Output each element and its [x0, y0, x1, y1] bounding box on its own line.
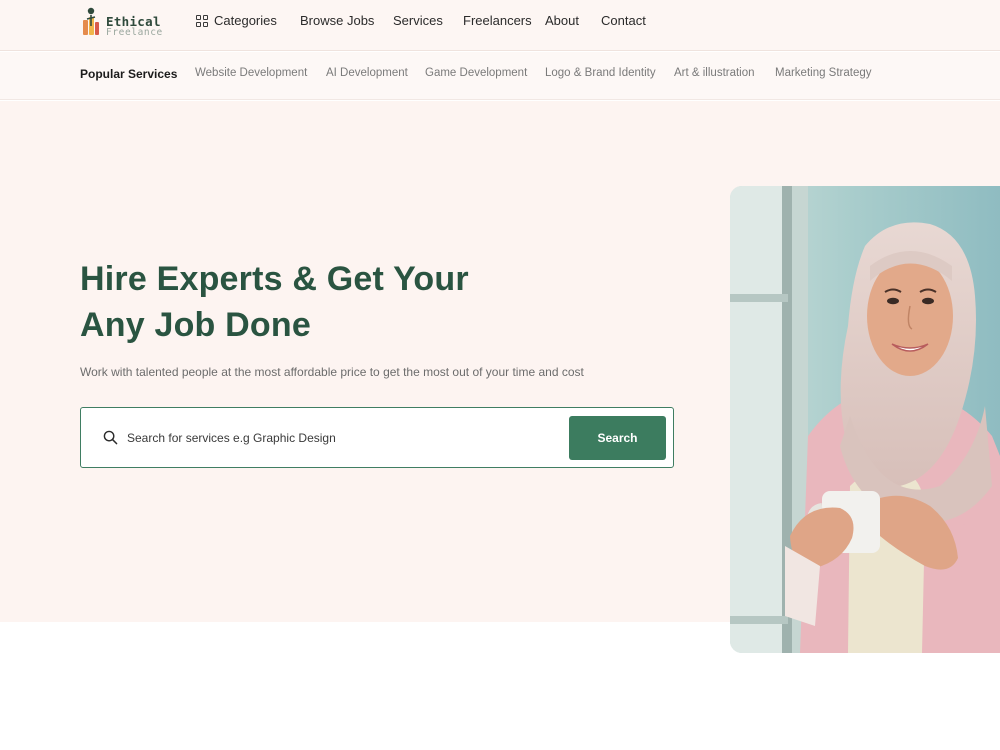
hero-title-line-1: Hire Experts & Get Your: [80, 260, 469, 298]
woman-with-mug-illustration: [730, 186, 1000, 653]
nav-browse-jobs[interactable]: Browse Jobs: [300, 13, 374, 28]
grid-icon: [196, 14, 208, 27]
nav-contact[interactable]: Contact: [601, 13, 646, 28]
logo-icon: [83, 7, 99, 35]
nav-freelancers[interactable]: Freelancers: [463, 13, 532, 28]
hero-title: Hire Experts & Get Your Any Job Done: [80, 256, 469, 348]
hero-subtitle: Work with talented people at the most af…: [80, 365, 584, 379]
popular-services-bar: Popular Services Website Development AI …: [0, 52, 1000, 100]
hero-photo: [730, 186, 1000, 653]
nav-categories[interactable]: Categories: [196, 13, 277, 28]
nav-categories-label: Categories: [214, 13, 277, 28]
service-link-art-illustration[interactable]: Art & illustration: [674, 67, 755, 79]
logo[interactable]: Ethical Freelance: [80, 6, 162, 38]
service-link-ai-development[interactable]: AI Development: [326, 67, 408, 79]
search-button[interactable]: Search: [569, 416, 666, 460]
search-icon: [103, 430, 118, 445]
brand-tagline: Freelance: [106, 27, 163, 38]
hero-title-line-2: Any Job Done: [80, 306, 311, 344]
popular-services-heading: Popular Services: [80, 67, 178, 81]
nav-services[interactable]: Services: [393, 13, 443, 28]
top-navbar: Ethical Freelance Categories Browse Jobs…: [0, 0, 1000, 51]
service-link-game-development[interactable]: Game Development: [425, 67, 527, 79]
service-link-marketing-strategy[interactable]: Marketing Strategy: [775, 67, 872, 79]
nav-about[interactable]: About: [545, 13, 579, 28]
service-link-website-development[interactable]: Website Development: [195, 67, 307, 79]
search-bar: Search: [80, 407, 674, 468]
search-input[interactable]: [127, 424, 547, 452]
service-link-logo-brand-identity[interactable]: Logo & Brand Identity: [545, 67, 656, 79]
